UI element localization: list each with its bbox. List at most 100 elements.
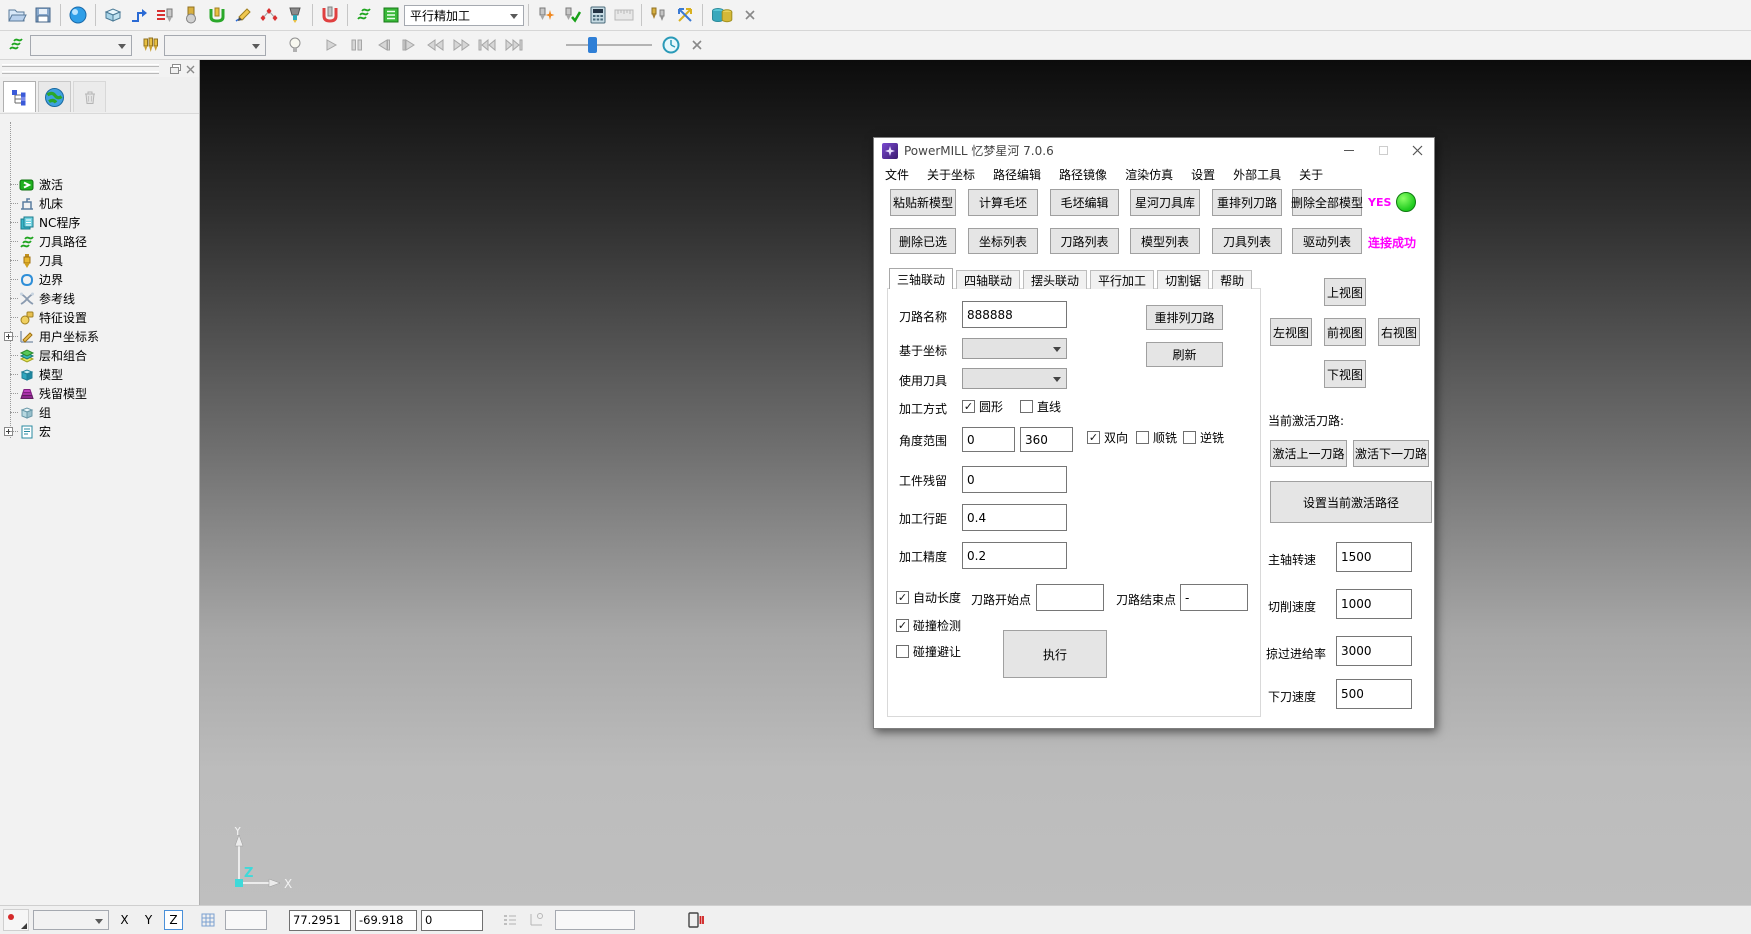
block-icon[interactable] — [100, 3, 126, 27]
model-list-button[interactable]: 模型列表 — [1130, 228, 1200, 254]
rearrange-paths-button[interactable]: 重排列刀路 — [1212, 189, 1282, 216]
pattern-pencil-icon[interactable] — [230, 3, 256, 27]
tool-in-holder-icon[interactable] — [282, 3, 308, 27]
menu-path-edit[interactable]: 路径编辑 — [984, 166, 1050, 183]
axis-z-button[interactable]: Z — [164, 910, 183, 930]
activate-next-path-button[interactable]: 激活下一刀路 — [1353, 440, 1429, 467]
tree-item-machine[interactable]: 机床 — [0, 195, 63, 212]
tab-recycle-bin[interactable] — [73, 81, 106, 112]
tolerance-input[interactable] — [962, 542, 1067, 569]
grid-toggle-icon[interactable] — [195, 908, 221, 932]
close-toolbar-icon[interactable] — [684, 33, 710, 57]
tool-library-button[interactable]: 星河刀具库 — [1130, 189, 1200, 216]
tool-pair-icon[interactable] — [646, 3, 672, 27]
tab-web-globe[interactable] — [38, 81, 71, 112]
close-toolbar-icon[interactable] — [737, 3, 763, 27]
tree-item-toolpath[interactable]: 刀具路径 — [0, 233, 87, 250]
tool-holder-u-icon[interactable] — [204, 3, 230, 27]
go-to-end-icon[interactable] — [500, 33, 526, 57]
skim-feed-input[interactable] — [1336, 636, 1412, 666]
tree-item-macro[interactable]: 宏 — [0, 423, 51, 440]
view-bottom-button[interactable]: 下视图 — [1324, 360, 1366, 388]
plunge-feed-input[interactable] — [1336, 679, 1412, 709]
path-start-input[interactable] — [1036, 584, 1104, 611]
cycle-clock-icon[interactable] — [658, 33, 684, 57]
tree-item-stock-model[interactable]: 残留模型 — [0, 385, 87, 402]
collision-check-checkbox[interactable]: ✓碰撞检测 — [896, 617, 961, 634]
play-icon[interactable] — [318, 33, 344, 57]
minimize-button[interactable] — [1332, 138, 1366, 163]
delete-selected-button[interactable]: 删除已选 — [890, 228, 956, 254]
tab-swivel-head[interactable]: 摆头联动 — [1023, 270, 1087, 289]
simulation-speed-slider[interactable] — [566, 35, 652, 55]
cutting-feed-input[interactable] — [1336, 589, 1412, 619]
stepover-input[interactable] — [962, 504, 1067, 531]
nc-program-icon[interactable] — [152, 3, 178, 27]
angle-end-input[interactable] — [1020, 427, 1073, 452]
ruler-icon[interactable] — [611, 3, 637, 27]
tool-spark-icon[interactable] — [533, 3, 559, 27]
menu-path-mirror[interactable]: 路径镜像 — [1050, 166, 1116, 183]
pause-icon[interactable] — [344, 33, 370, 57]
use-tool-dropdown[interactable] — [962, 368, 1067, 389]
calculator-icon[interactable] — [585, 3, 611, 27]
tab-parallel[interactable]: 平行加工 — [1090, 270, 1154, 289]
collision-check-icon[interactable] — [317, 3, 343, 27]
tree-item-feature-set[interactable]: 特征设置 — [0, 309, 87, 326]
view-front-button[interactable]: 前视图 — [1324, 318, 1366, 346]
cursor-y-coordinate[interactable] — [355, 910, 417, 931]
activate-prev-path-button[interactable]: 激活上一刀路 — [1270, 440, 1347, 467]
create-toolpath-icon[interactable] — [126, 3, 152, 27]
open-project-icon[interactable] — [4, 3, 30, 27]
tree-item-model[interactable]: 模型 — [0, 366, 63, 383]
transform-arrows-icon[interactable] — [672, 3, 698, 27]
base-coord-dropdown[interactable] — [962, 338, 1067, 359]
tree-item-boundary[interactable]: 边界 — [0, 271, 63, 288]
tree-item-tool[interactable]: 刀具 — [0, 252, 63, 269]
tab-4axis[interactable]: 四轴联动 — [956, 270, 1020, 289]
tree-item-activate[interactable]: 激活 — [0, 176, 63, 193]
marker-menu-button[interactable] — [3, 909, 29, 931]
view-left-button[interactable]: 左视图 — [1270, 318, 1312, 346]
delete-all-models-button[interactable]: 删除全部模型 — [1292, 189, 1362, 216]
save-project-icon[interactable] — [30, 3, 56, 27]
go-to-start-icon[interactable] — [474, 33, 500, 57]
workplane-field[interactable] — [555, 910, 635, 930]
coord-list-button[interactable]: 坐标列表 — [968, 228, 1038, 254]
line-checkbox[interactable]: 直线 — [1020, 398, 1061, 415]
menu-about[interactable]: 关于 — [1290, 166, 1332, 183]
cursor-z-coordinate[interactable] — [421, 910, 483, 931]
collision-avoid-checkbox[interactable]: 碰撞避让 — [896, 643, 961, 660]
refresh-button[interactable]: 刷新 — [1146, 342, 1223, 367]
statusbar-dropdown[interactable] — [33, 910, 109, 930]
menu-external-tools[interactable]: 外部工具 — [1224, 166, 1290, 183]
ball-tool-icon[interactable] — [178, 3, 204, 27]
strategy-dropdown[interactable]: 平行精加工 — [404, 5, 524, 26]
tab-saw[interactable]: 切割锯 — [1157, 270, 1209, 289]
tree-item-nc-program[interactable]: NC程序 — [0, 214, 80, 231]
set-active-path-button[interactable]: 设置当前激活路径 — [1270, 481, 1432, 523]
maximize-button[interactable] — [1366, 138, 1400, 163]
fast-forward-icon[interactable] — [448, 33, 474, 57]
lamp-icon[interactable] — [282, 33, 308, 57]
panel-close-icon[interactable] — [186, 63, 195, 77]
toolpath-name-input[interactable] — [962, 301, 1067, 328]
auto-length-checkbox[interactable]: ✓自动长度 — [896, 589, 961, 606]
conventional-mill-checkbox[interactable]: 逆铣 — [1183, 429, 1224, 446]
bidirectional-checkbox[interactable]: ✓双向 — [1087, 429, 1128, 446]
grid-size-field[interactable] — [225, 910, 267, 930]
device-pause-icon[interactable] — [683, 908, 709, 932]
step-back-icon[interactable] — [370, 33, 396, 57]
sim-tool-dropdown[interactable] — [164, 35, 266, 56]
execute-button[interactable]: 执行 — [1003, 630, 1107, 678]
toolbar-grip[interactable] — [2, 64, 159, 67]
dialog-titlebar[interactable]: PowerMILL 忆梦星河 7.0.6 — [874, 138, 1434, 163]
stock-remain-input[interactable] — [962, 466, 1067, 493]
shaded-ball-icon[interactable] — [65, 3, 91, 27]
toolpath-lines-icon[interactable] — [352, 3, 378, 27]
rewind-icon[interactable] — [422, 33, 448, 57]
climb-mill-checkbox[interactable]: 顺铣 — [1136, 429, 1177, 446]
view-top-button[interactable]: 上视图 — [1324, 278, 1366, 306]
path-end-input[interactable] — [1180, 584, 1248, 611]
tool-verify-icon[interactable] — [559, 3, 585, 27]
